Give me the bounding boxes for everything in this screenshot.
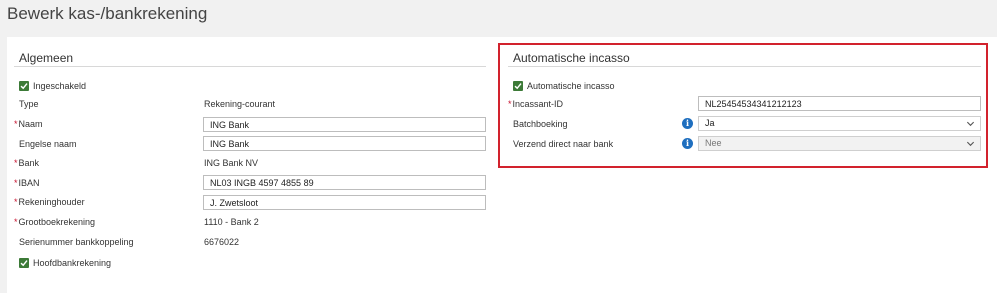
type-label: Type [19, 99, 39, 109]
iban-label-text: IBAN [18, 178, 40, 188]
ingeschakeld-checkbox[interactable] [19, 81, 29, 91]
info-icon[interactable]: i [682, 138, 693, 149]
hoofdbankrekening-label: Hoofdbankrekening [33, 258, 112, 268]
bank-label-text: Bank [18, 158, 40, 168]
batchboeking-label: Batchboeking [513, 119, 568, 129]
incassant-id-label-text: Incassant-ID [512, 99, 564, 109]
serienummer-value: 6676022 [204, 237, 240, 247]
automatische-incasso-label: Automatische incasso [527, 81, 615, 91]
bank-label: *Bank [14, 157, 39, 169]
grootboekrekening-label-text: Grootboekrekening [18, 217, 96, 227]
rekeninghouder-input[interactable] [203, 195, 486, 210]
form-card [7, 37, 997, 293]
iban-input[interactable] [203, 175, 486, 190]
naam-input[interactable] [203, 117, 486, 132]
naam-label: *Naam [14, 118, 43, 130]
verzend-direct-label: Verzend direct naar bank [513, 139, 614, 149]
page-title: Bewerk kas-/bankrekening [7, 4, 208, 23]
batchboeking-select[interactable]: Ja [698, 116, 981, 131]
required-marker: * [14, 119, 18, 129]
required-marker: * [14, 197, 18, 207]
check-icon [514, 83, 522, 90]
info-icon[interactable]: i [682, 118, 693, 129]
naam-label-text: Naam [18, 119, 43, 129]
verzend-direct-select[interactable]: Nee [698, 136, 981, 151]
engelse-naam-input[interactable] [203, 136, 486, 151]
bank-value: ING Bank NV [204, 158, 259, 168]
required-marker: * [14, 158, 18, 168]
incassant-id-label: *Incassant-ID [508, 98, 563, 110]
serienummer-label: Serienummer bankkoppeling [19, 237, 134, 247]
ingeschakeld-label: Ingeschakeld [33, 81, 87, 91]
verzend-direct-selected-value: Nee [705, 138, 722, 148]
section-title-incasso: Automatische incasso [513, 51, 630, 65]
engelse-naam-label: Engelse naam [19, 139, 77, 149]
batchboeking-selected-value: Ja [705, 118, 715, 128]
automatische-incasso-checkbox[interactable] [513, 81, 523, 91]
rekeninghouder-label-text: Rekeninghouder [18, 197, 85, 207]
grootboekrekening-value: 1110 - Bank 2 [204, 217, 259, 227]
section-divider-algemeen [14, 66, 486, 67]
incassant-id-input[interactable] [698, 96, 981, 111]
check-icon [20, 260, 28, 267]
hoofdbankrekening-checkbox[interactable] [19, 258, 29, 268]
check-icon [20, 83, 28, 90]
chevron-down-icon [966, 141, 975, 147]
required-marker: * [14, 217, 18, 227]
required-marker: * [14, 178, 18, 188]
grootboekrekening-label: *Grootboekrekening [14, 216, 95, 228]
required-marker: * [508, 99, 512, 109]
iban-label: *IBAN [14, 177, 40, 189]
section-divider-incasso [508, 66, 981, 67]
type-value: Rekening-courant [204, 99, 276, 109]
section-title-algemeen: Algemeen [19, 51, 74, 65]
rekeninghouder-label: *Rekeninghouder [14, 196, 85, 208]
chevron-down-icon [966, 121, 975, 127]
